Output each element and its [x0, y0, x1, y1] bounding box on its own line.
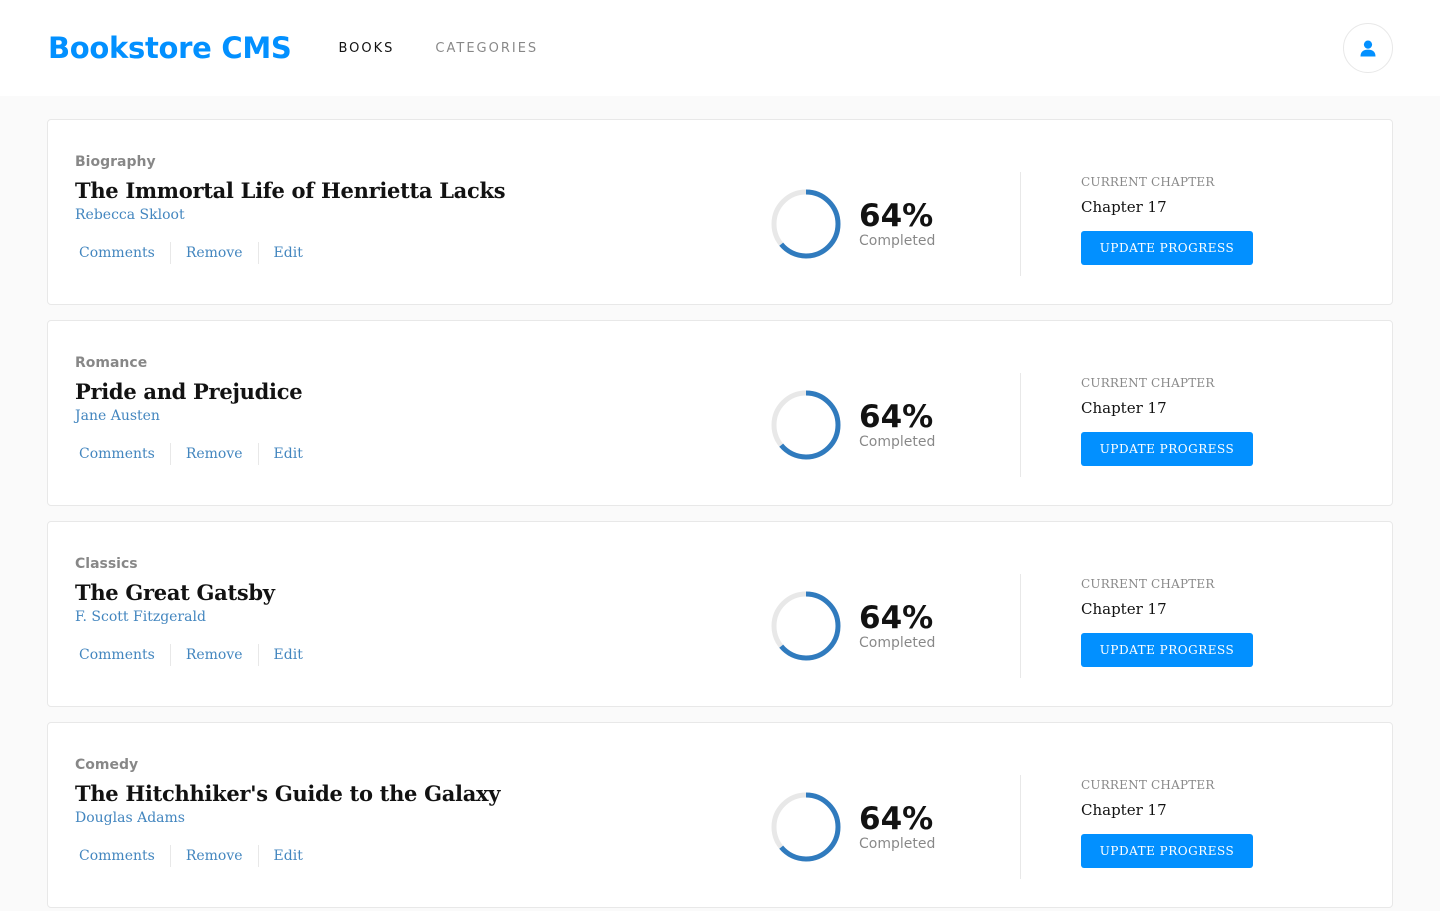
- progress-completed-label: Completed: [859, 434, 936, 450]
- progress-ring: [771, 390, 841, 460]
- comments-button[interactable]: Comments: [75, 444, 170, 464]
- remove-button[interactable]: Remove: [171, 444, 258, 464]
- book-card: Classics The Great Gatsby F. Scott Fitzg…: [47, 521, 1393, 707]
- book-list: Biography The Immortal Life of Henrietta…: [0, 96, 1440, 908]
- progress-text: 64% Completed: [859, 400, 935, 450]
- chapter-block: CURRENT CHAPTER Chapter 17 UPDATE PROGRE…: [1081, 577, 1253, 667]
- nav-books[interactable]: BOOKS: [338, 41, 394, 56]
- comments-button[interactable]: Comments: [75, 846, 170, 866]
- book-info: Comedy The Hitchhiker's Guide to the Gal…: [75, 757, 500, 867]
- section-divider: [1020, 172, 1021, 276]
- chapter-block: CURRENT CHAPTER Chapter 17 UPDATE PROGRE…: [1081, 376, 1253, 466]
- progress-ring: [771, 591, 841, 661]
- book-actions: Comments Remove Edit: [75, 644, 318, 666]
- nav-categories[interactable]: CATEGORIES: [435, 41, 538, 56]
- book-card: Romance Pride and Prejudice Jane Austen …: [47, 320, 1393, 506]
- current-chapter-label: CURRENT CHAPTER: [1081, 175, 1215, 189]
- book-category: Classics: [75, 556, 138, 572]
- current-chapter-label: CURRENT CHAPTER: [1081, 376, 1215, 390]
- current-chapter-label: CURRENT CHAPTER: [1081, 577, 1215, 591]
- book-category: Romance: [75, 355, 148, 371]
- progress-text: 64% Completed: [859, 199, 935, 249]
- update-progress-button[interactable]: UPDATE PROGRESS: [1081, 834, 1253, 868]
- book-category: Biography: [75, 154, 156, 170]
- progress-text: 64% Completed: [859, 802, 935, 852]
- book-author[interactable]: Douglas Adams: [75, 810, 500, 826]
- progress-ring: [771, 189, 841, 259]
- section-divider: [1020, 775, 1021, 879]
- comments-button[interactable]: Comments: [75, 645, 170, 665]
- current-chapter-label: CURRENT CHAPTER: [1081, 778, 1215, 792]
- edit-button[interactable]: Edit: [259, 444, 318, 464]
- progress-block: 64% Completed: [770, 791, 935, 863]
- progress-block: 64% Completed: [770, 389, 935, 461]
- book-title: Pride and Prejudice: [75, 379, 303, 404]
- update-progress-button[interactable]: UPDATE PROGRESS: [1081, 432, 1253, 466]
- brand-logo[interactable]: Bookstore CMS: [48, 31, 292, 65]
- progress-completed-label: Completed: [859, 635, 936, 651]
- edit-button[interactable]: Edit: [259, 243, 318, 263]
- progress-block: 64% Completed: [770, 590, 935, 662]
- book-actions: Comments Remove Edit: [75, 845, 500, 867]
- book-info: Romance Pride and Prejudice Jane Austen …: [75, 355, 318, 465]
- user-icon: [1360, 40, 1376, 56]
- book-author[interactable]: Jane Austen: [75, 408, 318, 424]
- book-info: Classics The Great Gatsby F. Scott Fitzg…: [75, 556, 318, 666]
- app-header: Bookstore CMS BOOKS CATEGORIES: [0, 0, 1440, 96]
- current-chapter-value: Chapter 17: [1081, 198, 1167, 216]
- progress-block: 64% Completed: [770, 188, 935, 260]
- user-profile-button[interactable]: [1343, 23, 1393, 73]
- book-title: The Great Gatsby: [75, 580, 275, 605]
- edit-button[interactable]: Edit: [259, 846, 318, 866]
- book-category: Comedy: [75, 757, 139, 773]
- book-card: Biography The Immortal Life of Henrietta…: [47, 119, 1393, 305]
- section-divider: [1020, 373, 1021, 477]
- progress-percent: 64%: [859, 600, 934, 636]
- book-actions: Comments Remove Edit: [75, 443, 318, 465]
- book-title: The Hitchhiker's Guide to the Galaxy: [75, 781, 501, 806]
- progress-ring: [771, 792, 841, 862]
- book-card: Comedy The Hitchhiker's Guide to the Gal…: [47, 722, 1393, 908]
- remove-button[interactable]: Remove: [171, 645, 258, 665]
- current-chapter-value: Chapter 17: [1081, 801, 1167, 819]
- progress-text: 64% Completed: [859, 601, 935, 651]
- remove-button[interactable]: Remove: [171, 846, 258, 866]
- current-chapter-value: Chapter 17: [1081, 600, 1167, 618]
- chapter-block: CURRENT CHAPTER Chapter 17 UPDATE PROGRE…: [1081, 175, 1253, 265]
- book-info: Biography The Immortal Life of Henrietta…: [75, 154, 506, 264]
- book-author[interactable]: Rebecca Skloot: [75, 207, 505, 223]
- remove-button[interactable]: Remove: [171, 243, 258, 263]
- progress-percent: 64%: [859, 198, 934, 234]
- main-nav: BOOKS CATEGORIES: [338, 41, 579, 56]
- section-divider: [1020, 574, 1021, 678]
- comments-button[interactable]: Comments: [75, 243, 170, 263]
- current-chapter-value: Chapter 17: [1081, 399, 1167, 417]
- progress-completed-label: Completed: [859, 233, 936, 249]
- book-author[interactable]: F. Scott Fitzgerald: [75, 609, 318, 625]
- book-actions: Comments Remove Edit: [75, 242, 505, 264]
- book-title: The Immortal Life of Henrietta Lacks: [75, 178, 506, 203]
- progress-percent: 64%: [859, 399, 934, 435]
- progress-percent: 64%: [859, 801, 934, 837]
- edit-button[interactable]: Edit: [259, 645, 318, 665]
- update-progress-button[interactable]: UPDATE PROGRESS: [1081, 633, 1253, 667]
- update-progress-button[interactable]: UPDATE PROGRESS: [1081, 231, 1253, 265]
- progress-completed-label: Completed: [859, 836, 936, 852]
- chapter-block: CURRENT CHAPTER Chapter 17 UPDATE PROGRE…: [1081, 778, 1253, 868]
